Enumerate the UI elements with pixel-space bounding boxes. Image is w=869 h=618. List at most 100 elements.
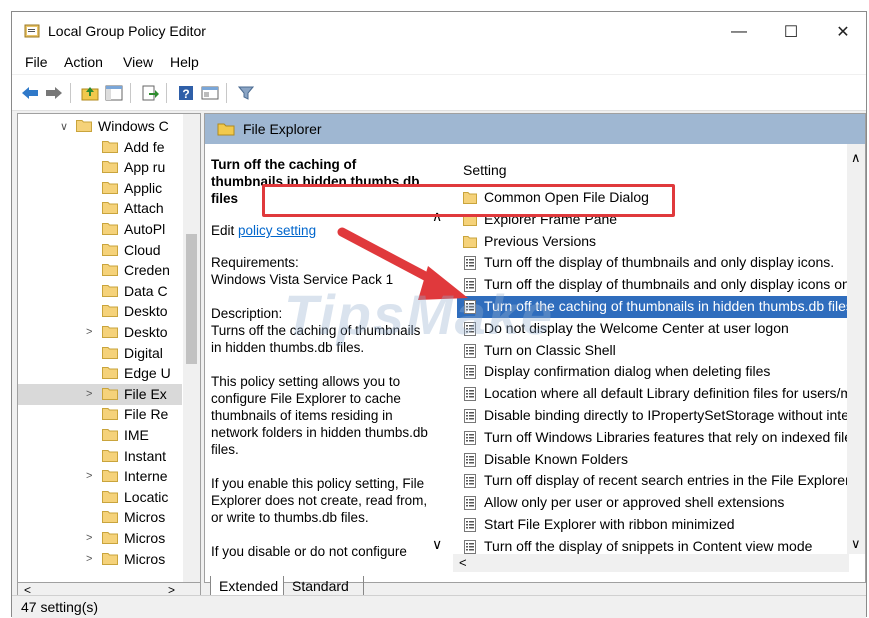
tree-item-label: Data C <box>124 282 168 299</box>
folder-icon <box>102 367 118 380</box>
back-arrow-icon[interactable] <box>20 83 40 103</box>
tree-item[interactable]: Add fe <box>18 137 182 158</box>
filter-icon[interactable] <box>236 83 256 103</box>
chevron-right-icon[interactable]: > <box>86 532 92 544</box>
policy-setting-row[interactable]: Allow only per user or approved shell ex… <box>457 492 862 514</box>
maximize-button[interactable]: ☐ <box>766 12 816 52</box>
setting-label: Location where all default Library defin… <box>484 385 859 402</box>
policy-setting-row[interactable]: Turn off display of recent search entrie… <box>457 470 862 492</box>
scroll-up-icon[interactable]: ∧ <box>851 150 861 166</box>
tree-item[interactable]: Attach <box>18 198 182 219</box>
chevron-right-icon[interactable]: > <box>86 553 92 565</box>
tab-extended[interactable]: Extended <box>210 576 284 596</box>
policy-setting-icon <box>464 430 476 445</box>
tree-item[interactable]: > Micros <box>18 549 182 570</box>
tree-item[interactable]: Creden <box>18 260 182 281</box>
setting-label: Display confirmation dialog when deletin… <box>484 363 771 380</box>
status-text: 47 setting(s) <box>21 599 99 615</box>
tree-item[interactable]: Deskto <box>18 301 182 322</box>
tree-item[interactable]: Digital <box>18 343 182 364</box>
settings-folder-row[interactable]: Previous Versions <box>457 231 862 253</box>
help-icon[interactable]: ? <box>176 83 196 103</box>
folder-icon <box>76 120 92 132</box>
scroll-down-icon[interactable]: ∨ <box>851 536 861 552</box>
folder-icon <box>102 552 118 565</box>
tree-item[interactable]: ∨ Windows C <box>18 116 182 137</box>
tree-item[interactable]: AutoPl <box>18 219 182 240</box>
menu-action[interactable]: Action <box>64 54 103 70</box>
menu-file[interactable]: File <box>25 54 48 70</box>
tree-item-label: Micros <box>124 530 166 546</box>
minimize-button[interactable]: — <box>714 12 764 52</box>
policy-setting-row[interactable]: Disable binding directly to IPropertySet… <box>457 405 862 427</box>
chevron-right-icon[interactable]: > <box>86 326 92 338</box>
forward-arrow-icon[interactable] <box>44 83 64 103</box>
menu-help[interactable]: Help <box>170 54 199 70</box>
tree-item[interactable]: Cloud <box>18 240 182 261</box>
tree-item-label: Creden <box>124 262 170 279</box>
show-hide-tree-icon[interactable] <box>104 83 124 103</box>
title-bar[interactable]: Local Group Policy Editor — ☐ ✕ <box>12 12 866 52</box>
up-folder-icon[interactable] <box>80 83 100 103</box>
column-header-setting[interactable]: Setting <box>463 162 507 178</box>
policy-setting-row[interactable]: Turn off Windows Libraries features that… <box>457 427 862 449</box>
tree-item-label: Add fe <box>124 138 165 155</box>
chevron-right-icon[interactable]: > <box>86 388 92 400</box>
tree-item-label: File Ex <box>124 385 167 402</box>
export-list-icon[interactable] <box>140 83 160 103</box>
folder-icon <box>102 408 118 421</box>
edit-policy-link[interactable]: policy setting <box>238 223 316 238</box>
tree-item[interactable]: Applic <box>18 178 182 199</box>
tree-item-label: Instant <box>124 447 167 464</box>
toolbar-separator <box>166 83 167 103</box>
policy-setting-icon <box>464 387 476 402</box>
chevron-down-icon[interactable]: ∨ <box>60 120 68 133</box>
chevron-right-icon[interactable]: > <box>86 470 92 482</box>
list-vertical-scrollbar[interactable]: ∧ ∨ <box>847 144 865 554</box>
tree-item-label: Locatic <box>124 488 169 505</box>
setting-label: Disable binding directly to IPropertySet… <box>484 407 859 423</box>
tree-item[interactable]: > Deskto <box>18 322 182 343</box>
properties-icon[interactable] <box>200 83 220 103</box>
folder-icon <box>217 123 235 136</box>
tree-item[interactable]: IME <box>18 425 182 446</box>
policy-setting-row[interactable]: Disable Known Folders <box>457 449 862 471</box>
tree-item-label: Attach <box>124 200 164 217</box>
pane-header: File Explorer <box>205 114 865 144</box>
setting-label: Turn off the display of thumbnails and o… <box>484 254 835 271</box>
folder-icon <box>102 181 118 194</box>
tree-item[interactable]: > File Ex <box>18 383 182 405</box>
list-horizontal-scrollbar[interactable]: < <box>453 554 849 572</box>
tree-item[interactable]: File Re <box>18 404 182 425</box>
policy-setting-icon <box>464 409 476 423</box>
folder-icon <box>102 511 118 524</box>
tree-item-label: AutoPl <box>124 221 166 237</box>
close-button[interactable]: ✕ <box>818 12 868 52</box>
tree-item[interactable]: Instant <box>18 446 182 467</box>
tree-vertical-scrollbar[interactable] <box>183 114 200 582</box>
policy-setting-row[interactable]: Location where all default Library defin… <box>457 383 862 405</box>
policy-setting-row[interactable]: Display confirmation dialog when deletin… <box>457 361 862 383</box>
policy-setting-row[interactable]: Turn off the display of thumbnails and o… <box>457 252 862 274</box>
tree-item[interactable]: Data C <box>18 281 182 302</box>
scroll-left-icon[interactable]: < <box>459 555 467 570</box>
toolbar: ? <box>12 75 866 111</box>
tree-item[interactable]: > Micros <box>18 528 182 549</box>
window-title: Local Group Policy Editor <box>48 23 206 39</box>
tab-standard[interactable]: Standard <box>284 576 364 596</box>
policy-setting-row[interactable]: Start File Explorer with ribbon minimize… <box>457 514 862 536</box>
scroll-down-icon[interactable]: ∨ <box>432 536 442 553</box>
tree-item[interactable]: > Interne <box>18 466 182 487</box>
tree-item[interactable]: Edge U <box>18 363 182 384</box>
tree-item-label: Deskto <box>124 303 168 320</box>
menu-view[interactable]: View <box>123 54 153 70</box>
policy-setting-icon <box>464 496 476 511</box>
tree-item[interactable]: Locatic <box>18 487 182 508</box>
tree-item-label: Micros <box>124 509 166 526</box>
tree-item[interactable]: App ru <box>18 157 182 178</box>
tree-item[interactable]: Micros <box>18 507 182 528</box>
folder-icon <box>102 387 118 400</box>
pane-header-title: File Explorer <box>243 121 322 137</box>
folder-icon <box>102 326 118 338</box>
tree-scroll-thumb[interactable] <box>186 234 197 364</box>
